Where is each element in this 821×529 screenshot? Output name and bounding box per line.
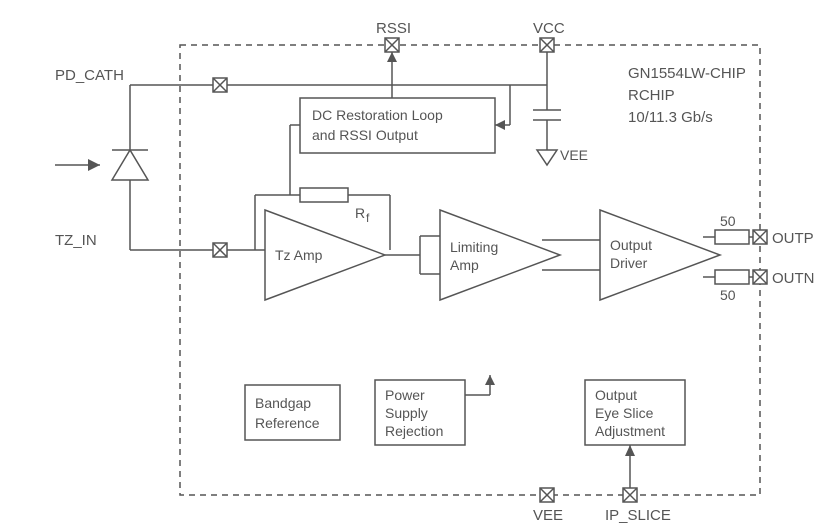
pin-vee-bottom: VEE: [533, 488, 563, 524]
svg-text:Supply: Supply: [385, 405, 428, 421]
svg-text:Power: Power: [385, 387, 425, 403]
block-eye-slice: Output Eye Slice Adjustment: [585, 380, 685, 445]
svg-text:Amp: Amp: [450, 257, 479, 273]
svg-text:Reference: Reference: [255, 415, 320, 431]
svg-text:Limiting: Limiting: [450, 239, 498, 255]
chip-name-1: GN1554LW-CHIP: [628, 65, 746, 82]
pin-pd-cath: [213, 78, 227, 92]
svg-text:VEE: VEE: [533, 507, 563, 524]
svg-text:VEE: VEE: [560, 147, 588, 163]
svg-text:Bandgap: Bandgap: [255, 395, 311, 411]
block-bandgap: Bandgap Reference: [245, 385, 340, 440]
svg-text:Rejection: Rejection: [385, 423, 443, 439]
block-limiting-amp: Limiting Amp: [440, 210, 560, 300]
pin-tz-in: [213, 243, 227, 257]
svg-text:OUTP: OUTP: [772, 230, 814, 247]
chip-speed: 10/11.3 Gb/s: [628, 109, 713, 126]
svg-text:VCC: VCC: [533, 20, 565, 37]
resistor-50-top: 50: [703, 213, 760, 244]
pin-outn: OUTN: [753, 270, 815, 287]
pin-rssi: RSSI: [376, 20, 411, 98]
svg-text:IP_SLICE: IP_SLICE: [605, 507, 671, 524]
svg-text:Output: Output: [595, 387, 637, 403]
svg-text:50: 50: [720, 213, 736, 229]
svg-text:DC Restoration Loop: DC Restoration Loop: [312, 107, 443, 123]
block-psr: Power Supply Rejection: [375, 375, 495, 445]
block-dc-restoration: DC Restoration Loop and RSSI Output: [300, 98, 495, 153]
label-tz-in: TZ_IN: [55, 232, 97, 249]
chip-name-2: RCHIP: [628, 87, 675, 104]
svg-text:Output: Output: [610, 237, 652, 253]
pin-ip-slice: IP_SLICE: [605, 445, 671, 524]
svg-text:f: f: [366, 211, 370, 225]
svg-text:and RSSI Output: and RSSI Output: [312, 127, 418, 143]
photodiode-icon: [55, 85, 148, 250]
pin-outp: OUTP: [753, 230, 814, 247]
svg-text:OUTN: OUTN: [772, 270, 815, 287]
block-output-driver: Output Driver: [600, 210, 720, 300]
pin-vcc: VCC VEE: [533, 20, 588, 165]
svg-text:RSSI: RSSI: [376, 20, 411, 37]
svg-text:Tz Amp: Tz Amp: [275, 247, 323, 263]
svg-text:Eye Slice: Eye Slice: [595, 405, 654, 421]
svg-text:50: 50: [720, 287, 736, 303]
svg-text:Adjustment: Adjustment: [595, 423, 665, 439]
label-pd-cath: PD_CATH: [55, 67, 124, 84]
resistor-50-bot: 50: [703, 270, 760, 303]
svg-text:Driver: Driver: [610, 255, 648, 271]
svg-text:R: R: [355, 205, 365, 221]
